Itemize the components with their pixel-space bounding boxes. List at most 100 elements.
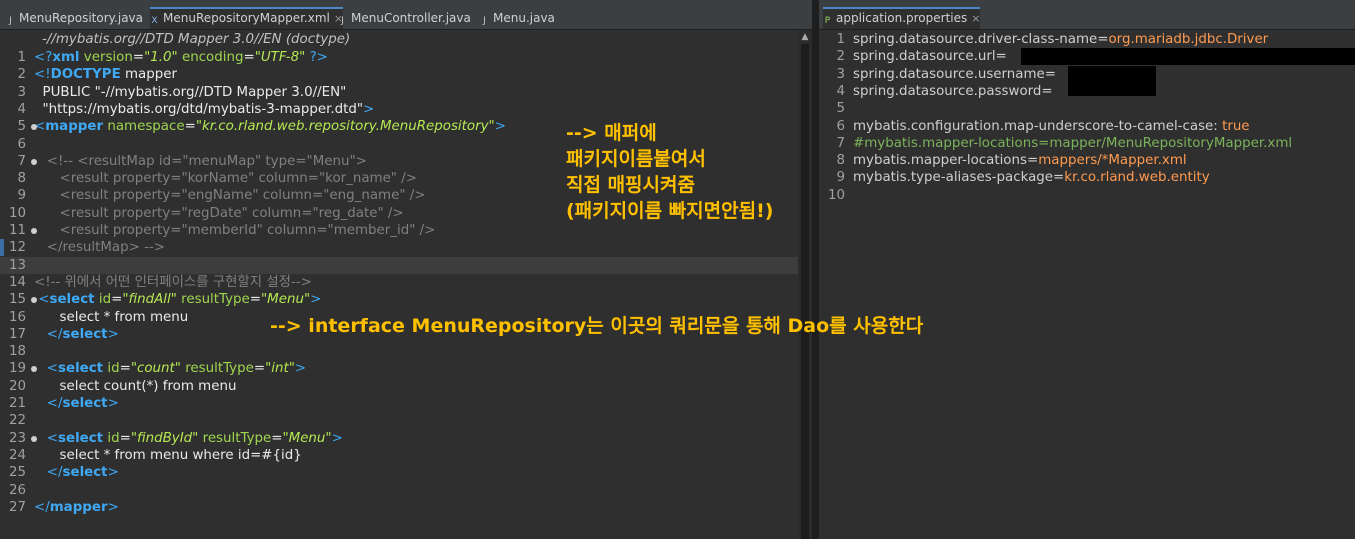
java-file-icon: J xyxy=(9,16,12,26)
code-token: spring.datasource.username xyxy=(853,66,1045,82)
code-line[interactable]: 6 mybatis.configuration.map-underscore-to… xyxy=(819,118,1341,135)
code-line[interactable]: 5 xyxy=(819,100,1341,117)
xml-editor-pane: J MenuRepository.java X MenuRepositoryMappe… xyxy=(0,0,812,539)
code-token: "findAll" xyxy=(122,292,177,308)
code-token: </ xyxy=(34,499,50,515)
tab-menurepositorymapper-xml[interactable]: X MenuRepositoryMapper.xml × xyxy=(150,7,344,29)
code-line[interactable]: 1 <?xml version="1.0" encoding="UTF-8" ?> xyxy=(0,49,798,66)
code-token: <result property="engName" column="eng_n… xyxy=(34,188,426,204)
code-token: <!-- <resultMap id="menuMap" type="Menu"… xyxy=(34,153,367,169)
line-number: 20 xyxy=(8,378,26,394)
redaction-credentials xyxy=(1068,66,1156,96)
close-icon[interactable]: × xyxy=(971,12,980,25)
tab-label: MenuRepositoryMapper.xml xyxy=(163,11,330,25)
code-line[interactable]: 14 <!-- 위에서 어떤 인터페이스를 구현할지 설정--> xyxy=(0,274,798,291)
doctype-hint-line: -//mybatis.org//DTD Mapper 3.0//EN (doct… xyxy=(0,31,350,48)
code-line[interactable]: 2 <!DOCTYPE mapper xyxy=(0,66,798,83)
code-token: : xyxy=(1213,118,1223,134)
line-number: 10 xyxy=(827,187,845,203)
vertical-scrollbar[interactable]: ▲ xyxy=(798,30,812,539)
code-line[interactable]: 26 xyxy=(0,482,798,499)
code-token: spring.datasource.driver-class-name xyxy=(853,32,1098,47)
xml-file-icon: X xyxy=(151,16,158,26)
line-number: 18 xyxy=(8,344,26,360)
mapper-annotation-line: --> 매퍼에 xyxy=(566,122,657,144)
code-token: select * from menu where id=#{id} xyxy=(34,447,302,463)
code-token: resultType xyxy=(202,430,272,446)
code-token: mybatis.mapper-locations xyxy=(853,153,1027,169)
code-line[interactable]: 1 spring.datasource.driver-class-name=org… xyxy=(819,31,1341,48)
code-line[interactable]: 20 select count(*) from menu xyxy=(0,378,798,395)
code-line[interactable]: 12 </resultMap> --> xyxy=(0,239,798,256)
code-line[interactable]: 24 select * from menu where id=#{id} xyxy=(0,447,798,464)
tab-application-properties[interactable]: Papplication.properties × xyxy=(823,7,981,29)
code-line[interactable]: 27 </mapper> xyxy=(0,499,798,516)
code-line[interactable]: 23 <select id="findById" resultType="Men… xyxy=(0,430,798,447)
change-marker xyxy=(0,239,4,257)
line-number: 16 xyxy=(8,309,26,325)
line-number: 8 xyxy=(836,153,845,169)
line-number: 12 xyxy=(8,240,26,256)
code-line[interactable]: 21 </select> xyxy=(0,395,798,412)
code-token: > xyxy=(331,430,343,446)
code-line[interactable]: 3 PUBLIC "-//mybatis.org//DTD Mapper 3.0… xyxy=(0,84,798,101)
line-number: 22 xyxy=(8,413,26,429)
fold-marker-icon[interactable] xyxy=(31,228,37,234)
code-line[interactable]: 9 mybatis.type-aliases-package=kr.co.rlan… xyxy=(819,169,1341,186)
editor-tab-bar: J MenuRepository.java X MenuRepositoryMappe… xyxy=(0,0,812,30)
scrollbar-thumb[interactable] xyxy=(801,44,809,539)
code-token: = xyxy=(271,430,283,446)
code-token: mapper xyxy=(120,67,177,83)
code-token: "Menu" xyxy=(282,430,332,446)
code-token: > xyxy=(107,326,119,342)
code-line[interactable]: 19 <select id="count" resultType="int"> xyxy=(0,360,798,377)
code-line[interactable]: 4 "https://mybatis.org/dtd/mybatis-3-map… xyxy=(0,101,798,118)
code-token: > xyxy=(294,361,307,377)
code-line[interactable]: 7 #mybatis.mapper-locations=mapper/MenuRe… xyxy=(819,135,1341,152)
code-line[interactable]: 11 <result property="memberId" column="m… xyxy=(0,222,798,239)
tab-menu-java[interactable]: J Menu.java xyxy=(480,8,555,29)
code-token: <result property="korName" column="kor_n… xyxy=(34,171,417,187)
line-number: 9 xyxy=(17,188,26,204)
mapper-annotation-line: 패키지이름붙여서 xyxy=(566,148,706,170)
code-token: mybatis.configuration.map-underscore-to-… xyxy=(853,118,1214,134)
mapper-annotation-line: 직접 매핑시켜줌 xyxy=(566,174,695,196)
properties-code-editor[interactable]: 1 spring.datasource.driver-class-name=org… xyxy=(819,30,1355,539)
line-number: 7 xyxy=(17,153,26,169)
scroll-up-arrow-icon[interactable]: ▲ xyxy=(798,30,812,44)
code-token: = xyxy=(119,430,131,446)
mapper-annotation-line: (패키지이름 빠지면안됨!) xyxy=(566,200,774,222)
code-line[interactable]: 13 xyxy=(0,256,798,274)
code-token: id xyxy=(107,361,120,377)
code-line[interactable]: 22 xyxy=(0,412,798,429)
code-token: = xyxy=(995,49,1007,65)
code-token: = xyxy=(1097,32,1109,47)
code-line[interactable]: 25 </select> xyxy=(0,464,798,481)
code-token: </ xyxy=(46,326,63,342)
pane-divider[interactable] xyxy=(812,0,819,539)
tab-menucontroller-java[interactable]: J MenuController.java xyxy=(338,8,471,29)
fold-marker-icon[interactable] xyxy=(31,158,37,165)
line-number: 1 xyxy=(17,50,26,65)
tab-menurepository-java[interactable]: J MenuRepository.java xyxy=(6,8,143,29)
fold-marker-icon[interactable] xyxy=(31,435,37,442)
line-number: 4 xyxy=(17,101,26,117)
xml-code-editor[interactable]: -//mybatis.org//DTD Mapper 3.0//EN (doct… xyxy=(0,30,812,539)
line-number: 19 xyxy=(8,361,26,377)
code-line[interactable]: 18 xyxy=(0,343,798,360)
code-token: true xyxy=(1222,118,1250,134)
line-number: 7 xyxy=(836,135,845,151)
code-token: select xyxy=(58,430,104,446)
code-token: = xyxy=(1044,66,1057,82)
code-token: = xyxy=(253,361,266,377)
code-line[interactable]: 8 mybatis.mapper-locations=mappers/*Mappe… xyxy=(819,152,1341,169)
code-line[interactable]: 15 <select id="findAll" resultType="Menu… xyxy=(0,291,798,308)
code-token: select xyxy=(62,396,108,411)
code-line[interactable]: 10 xyxy=(819,187,1341,204)
java-file-icon: J xyxy=(483,16,486,26)
line-number: 3 xyxy=(836,66,845,82)
tab-label: application.properties xyxy=(836,11,968,25)
